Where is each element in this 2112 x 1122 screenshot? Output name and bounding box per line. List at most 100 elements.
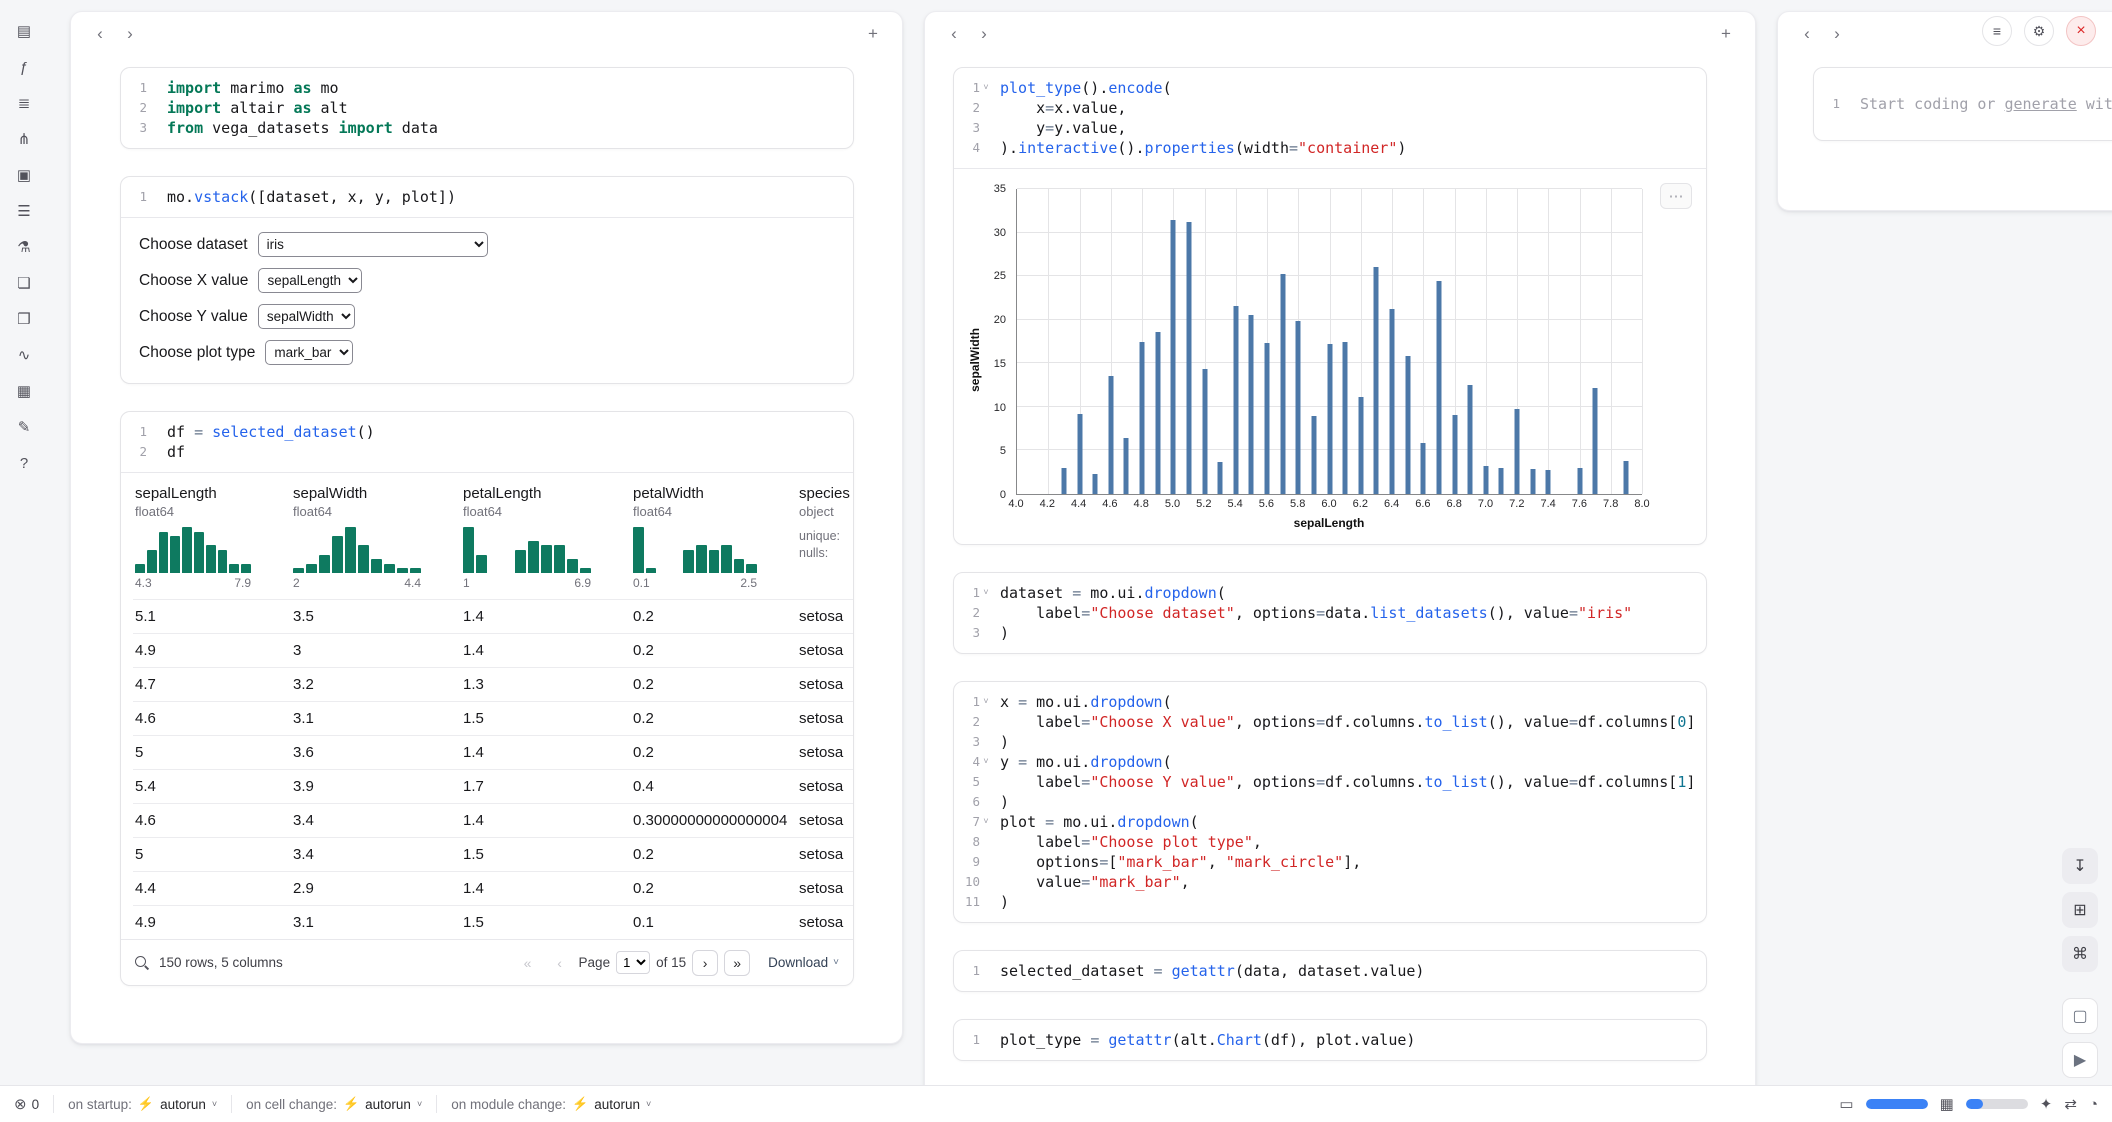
fold-chevron-icon[interactable]: ˅: [980, 692, 992, 712]
column-2: ‹› +1˅plot_type().encode(2 x=x.value,3 y=…: [924, 11, 1756, 1119]
on-startup-setting[interactable]: on startup:⚡autorun˅: [68, 1096, 217, 1112]
prev-page-button[interactable]: ‹: [547, 950, 573, 976]
plot-area[interactable]: [1016, 189, 1642, 495]
search-icon[interactable]: [135, 956, 149, 970]
column-3-scroll-right-button[interactable]: ›: [1824, 21, 1850, 47]
column-1-scroll-left-button[interactable]: ‹: [87, 21, 113, 47]
imports-cell-editor[interactable]: 1import marimo as mo2import altair as al…: [121, 68, 853, 148]
download-button[interactable]: Download˅: [768, 955, 839, 970]
x-tick-label: 4.6: [1102, 498, 1117, 510]
controls-cell-editor[interactable]: 1mo.vstack([dataset, x, y, plot]): [121, 177, 853, 217]
column-header-petalLength[interactable]: petalLengthfloat64: [461, 473, 631, 519]
plot-type-cell-editor[interactable]: 1plot_type = getattr(alt.Chart(df), plot…: [954, 1020, 1706, 1060]
column-3-scroll-left-button[interactable]: ‹: [1794, 21, 1820, 47]
documentation-icon[interactable]: ❒: [11, 306, 37, 332]
on-module-change-setting[interactable]: on module change:⚡autorun˅: [451, 1096, 651, 1112]
variables-icon[interactable]: ƒ: [11, 54, 37, 80]
chart-bar: [1296, 321, 1301, 494]
outline-icon[interactable]: ☰: [11, 198, 37, 224]
next-page-button[interactable]: ›: [692, 950, 718, 976]
xy-plot-dropdowns-cell-editor[interactable]: 1˅x = mo.ui.dropdown(2 label="Choose X v…: [954, 682, 1706, 922]
history-icon[interactable]: ◔: [2089, 1096, 2098, 1113]
fold-chevron-icon[interactable]: ˅: [980, 812, 992, 832]
column-header-sepalLength[interactable]: sepalLengthfloat64: [133, 473, 291, 519]
column-2-scroll-right-button[interactable]: ›: [971, 21, 997, 47]
help-icon[interactable]: ?: [11, 450, 37, 476]
dependencies-icon[interactable]: ⋔: [11, 126, 37, 152]
column-1-scroll-right-button[interactable]: ›: [117, 21, 143, 47]
line-number: 2: [139, 442, 147, 462]
x-tick-label: 4.8: [1134, 498, 1149, 510]
line-gutter: 3: [954, 118, 1000, 138]
memory-meter-fill: [1866, 1099, 1928, 1109]
fold-chevron-icon[interactable]: ˅: [980, 78, 992, 98]
chart-cell-editor[interactable]: 1˅plot_type().encode(2 x=x.value,3 y=y.v…: [954, 68, 1706, 168]
file-explorer-icon[interactable]: ▤: [11, 18, 37, 44]
fold-chevron-icon[interactable]: ˅: [980, 752, 992, 772]
column-1-add-cell-button[interactable]: +: [860, 21, 886, 47]
compose-icon[interactable]: ✎: [11, 414, 37, 440]
app-view-button[interactable]: ⊞: [2062, 892, 2098, 928]
column-2-add-cell-button[interactable]: +: [1713, 21, 1739, 47]
code-text: selected_dataset = getattr(data, dataset…: [1000, 961, 1424, 981]
notebook-menu-button[interactable]: ≡: [1982, 16, 2012, 46]
x-tick-label: 5.4: [1227, 498, 1242, 510]
column-header-petalWidth[interactable]: petalWidthfloat64: [631, 473, 797, 519]
packages-icon[interactable]: ▣: [11, 162, 37, 188]
settings-button[interactable]: ⚙: [2024, 16, 2054, 46]
errors-indicator[interactable]: ⊗ 0: [14, 1095, 39, 1113]
plot-type-select[interactable]: mark_bar: [265, 340, 353, 365]
x-value-select[interactable]: sepalLength: [258, 268, 362, 293]
y-axis-title: sepalWidth: [968, 328, 982, 392]
selected-dataset-cell-editor[interactable]: 1selected_dataset = getattr(data, datase…: [954, 951, 1706, 991]
keyboard-icon[interactable]: ▭: [1839, 1095, 1853, 1113]
table-cell: 4.4: [133, 872, 291, 906]
connection-icon[interactable]: ⇄: [2064, 1095, 2077, 1113]
run-all-button[interactable]: ▶: [2062, 1042, 2098, 1078]
code-line: 2 label="Choose dataset", options=data.l…: [954, 603, 1706, 623]
scratchpad-icon[interactable]: ⚗: [11, 234, 37, 260]
line-gutter: 6: [954, 792, 1000, 812]
on-cell-change-setting[interactable]: on cell change:⚡autorun˅: [246, 1096, 422, 1112]
line-gutter: 5: [954, 772, 1000, 792]
y-tick-label: 10: [994, 402, 1006, 414]
generate-with-ai-link[interactable]: generate: [2005, 95, 2077, 113]
on-cell-change-setting-value: autorun: [365, 1097, 411, 1112]
code-line: 2 x=x.value,: [954, 98, 1706, 118]
last-page-button[interactable]: »: [724, 950, 750, 976]
fold-chevron-icon[interactable]: ˅: [980, 583, 992, 603]
column-header-species[interactable]: speciesobject: [797, 473, 854, 519]
on-startup-setting-label: on startup:: [68, 1097, 132, 1112]
dataframe-cell-editor[interactable]: 1df = selected_dataset()2df: [121, 412, 853, 472]
save-notebook-button[interactable]: ↧: [2062, 848, 2098, 884]
column-header-sepalWidth[interactable]: sepalWidthfloat64: [291, 473, 461, 519]
keyboard-shortcuts-button[interactable]: ⌘: [2062, 936, 2098, 972]
tracing-icon[interactable]: ∿: [11, 342, 37, 368]
column-histogram-petalWidth: 0.12.5: [631, 519, 797, 600]
dataset-dropdown-cell-editor[interactable]: 1˅dataset = mo.ui.dropdown(2 label="Choo…: [954, 573, 1706, 653]
chart-cell: 1˅plot_type().encode(2 x=x.value,3 y=y.v…: [953, 67, 1707, 545]
interrupt-button[interactable]: ▢: [2062, 998, 2098, 1034]
chart-bar: [1343, 342, 1348, 495]
page-select[interactable]: 1: [616, 951, 650, 974]
histogram: [135, 527, 251, 573]
cpu-icon[interactable]: ▦: [1940, 1095, 1954, 1113]
logs-icon[interactable]: ❏: [11, 270, 37, 296]
y-value-select[interactable]: sepalWidth: [258, 304, 355, 329]
error-circle-icon: ⊗: [14, 1095, 27, 1113]
chart-bar: [1327, 344, 1332, 494]
dataset-select[interactable]: iris: [258, 232, 488, 257]
chart-bar: [1530, 469, 1535, 494]
column-2-scroll-left-button[interactable]: ‹: [941, 21, 967, 47]
code-text: plot_type = getattr(alt.Chart(df), plot.…: [1000, 1030, 1415, 1050]
chart-bar: [1171, 220, 1176, 494]
new-cell-editor[interactable]: 1Start coding or generate with AI: [1814, 68, 2112, 140]
first-page-button[interactable]: «: [515, 950, 541, 976]
line-number: 1: [972, 78, 980, 98]
shutdown-button[interactable]: ×: [2066, 16, 2096, 46]
code-line: 1˅x = mo.ui.dropdown(: [954, 692, 1706, 712]
data-sources-icon[interactable]: ≣: [11, 90, 37, 116]
chart-actions-button[interactable]: ⋯: [1660, 183, 1692, 209]
snippets-icon[interactable]: ▦: [11, 378, 37, 404]
ai-assistant-icon[interactable]: ✦: [2040, 1095, 2053, 1113]
